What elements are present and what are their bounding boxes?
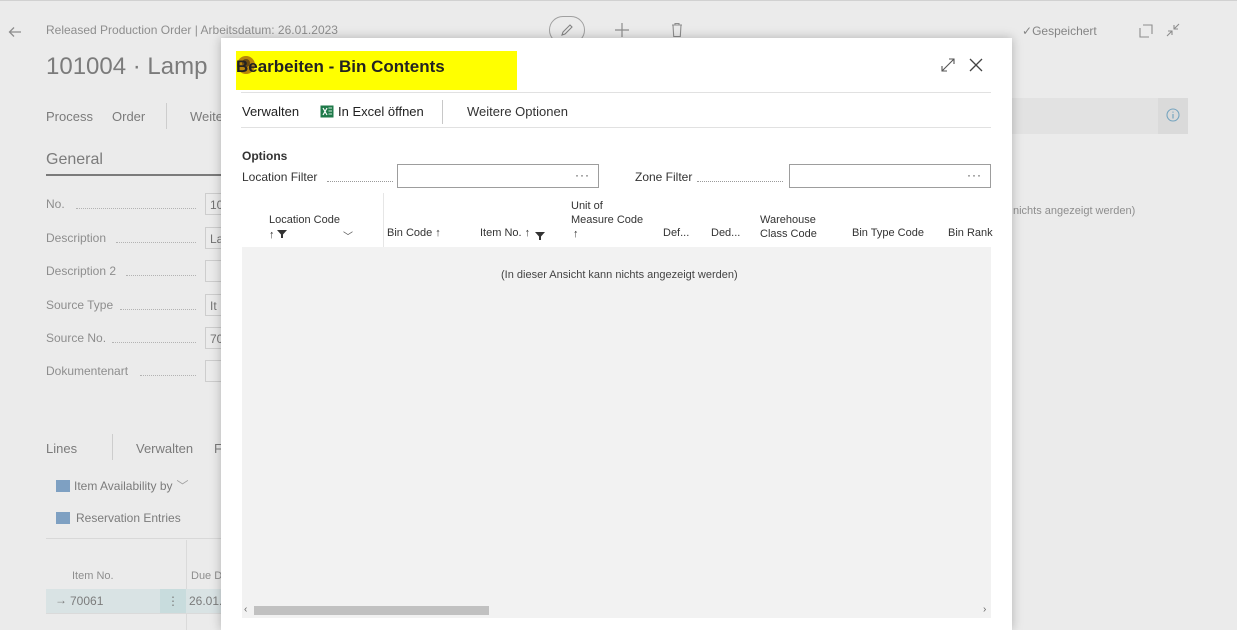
title-divider (241, 92, 991, 93)
chevron-down-icon[interactable]: ﹀ (343, 228, 353, 243)
label-leader (327, 181, 393, 182)
excel-button[interactable]: In Excel öffnen (320, 104, 424, 119)
sort-up-icon: ↑ (573, 228, 579, 240)
filter-icon (276, 230, 287, 238)
location-filter-input[interactable]: ··· (397, 164, 599, 188)
label-leader (697, 181, 783, 182)
options-title: Options (242, 149, 288, 163)
grid-empty-message: (In dieser Ansicht kann nichts angezeigt… (501, 269, 738, 281)
col-bin-rank[interactable]: Bin Rank (948, 227, 993, 240)
filter-icon (535, 228, 545, 246)
col-uom-line2[interactable]: Measure Code (571, 214, 643, 227)
zone-filter-lookup[interactable]: ··· (967, 168, 982, 182)
expand-icon[interactable] (938, 55, 958, 75)
close-icon[interactable] (966, 55, 986, 75)
location-filter-lookup[interactable]: ··· (575, 168, 590, 182)
col-uom-line1[interactable]: Unit of (571, 200, 603, 213)
col-warehouse-line2[interactable]: Class Code (760, 228, 817, 241)
zone-filter-label: Zone Filter (635, 170, 693, 184)
dialog-title: Bearbeiten - Bin Contents (236, 57, 445, 76)
col-location-code[interactable]: Location Code (269, 214, 340, 227)
location-filter-label: Location Filter (242, 170, 318, 184)
col-dedicated[interactable]: Ded... (711, 227, 740, 240)
excel-label: In Excel öffnen (338, 104, 424, 119)
col-warehouse-line1[interactable]: Warehouse (760, 214, 816, 227)
col-bin-type-code[interactable]: Bin Type Code (852, 227, 924, 240)
manage-button[interactable]: Verwalten (242, 104, 299, 119)
zone-filter-input[interactable]: ··· (789, 164, 991, 188)
excel-icon (320, 105, 334, 118)
scroll-left-icon[interactable]: ‹ (244, 604, 247, 615)
more-options-button[interactable]: Weitere Optionen (467, 104, 568, 119)
bin-contents-dialog: Bearbeiten - Bin Contents Verwalten In E… (221, 38, 1012, 630)
sort-up-icon: ↑ (269, 229, 275, 241)
col-item-no[interactable]: Item No. ↑ (480, 227, 530, 240)
column-divider (383, 193, 384, 247)
scrollbar-thumb[interactable] (254, 606, 489, 615)
scroll-right-icon[interactable]: › (983, 604, 986, 615)
toolbar-divider (241, 127, 991, 128)
grid-body (242, 247, 991, 602)
location-code-sort-filter[interactable]: ↑ (269, 229, 287, 242)
toolbar-separator (442, 100, 443, 124)
col-default[interactable]: Def... (663, 227, 689, 240)
col-bin-code[interactable]: Bin Code ↑ (387, 227, 441, 240)
